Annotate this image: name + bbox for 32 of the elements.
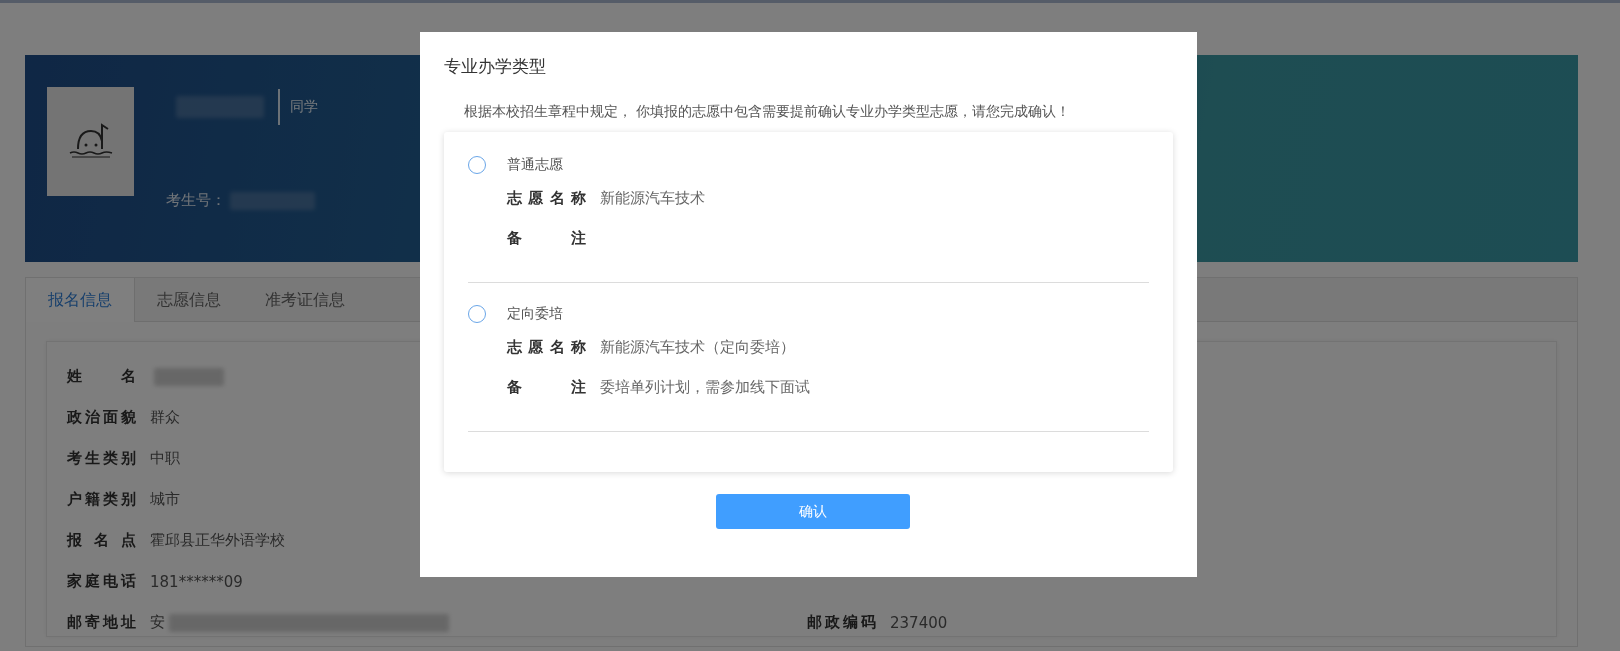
- field-value: 委培单列计划，需参加线下面试: [600, 377, 810, 397]
- field-label: 备注: [506, 228, 586, 248]
- field-label: 考生类别: [67, 449, 136, 468]
- field-value: 新能源汽车技术（定向委培）: [600, 337, 795, 357]
- tab[interactable]: 报名信息: [26, 278, 135, 322]
- field-label: 政治面貌: [67, 408, 136, 427]
- modal-title: 专业办学类型: [443, 55, 547, 78]
- option-label: 普通志愿: [506, 156, 563, 174]
- field-label: 户籍类别: [67, 490, 136, 509]
- option-label: 定向委培: [506, 305, 563, 323]
- greeting-text: 同学: [290, 98, 318, 116]
- field-label: 志愿名称: [506, 337, 586, 357]
- exam-number-label: 考生号：: [166, 191, 226, 210]
- confirm-button[interactable]: 确认: [716, 494, 910, 529]
- field-value: 群众: [150, 408, 180, 427]
- modal-message: 根据本校招生章程中规定， 你填报的志愿中包含需要提前确认专业办学类型志愿，请您完成确认！: [463, 102, 1071, 121]
- field-label: 备注: [506, 377, 586, 397]
- field-label: 家庭电话: [67, 572, 136, 591]
- field-value: 181******09: [150, 572, 243, 591]
- field-value: 霍邱县正华外语学校: [150, 531, 285, 550]
- field-label: 邮寄地址: [67, 613, 136, 632]
- field-label: 志愿名称: [506, 188, 586, 208]
- field-value: 237400: [890, 613, 948, 632]
- field-value: 新能源汽车技术: [600, 188, 705, 208]
- field-label: 邮政编码: [807, 613, 876, 632]
- field-value: 中职: [150, 449, 180, 468]
- tab[interactable]: 志愿信息: [135, 278, 243, 321]
- field-label: 报名点: [67, 531, 136, 550]
- field-label: 姓名: [67, 367, 136, 386]
- field-value: 安: [150, 613, 165, 632]
- field-value: 城市: [150, 490, 180, 509]
- tab[interactable]: 准考证信息: [243, 278, 367, 321]
